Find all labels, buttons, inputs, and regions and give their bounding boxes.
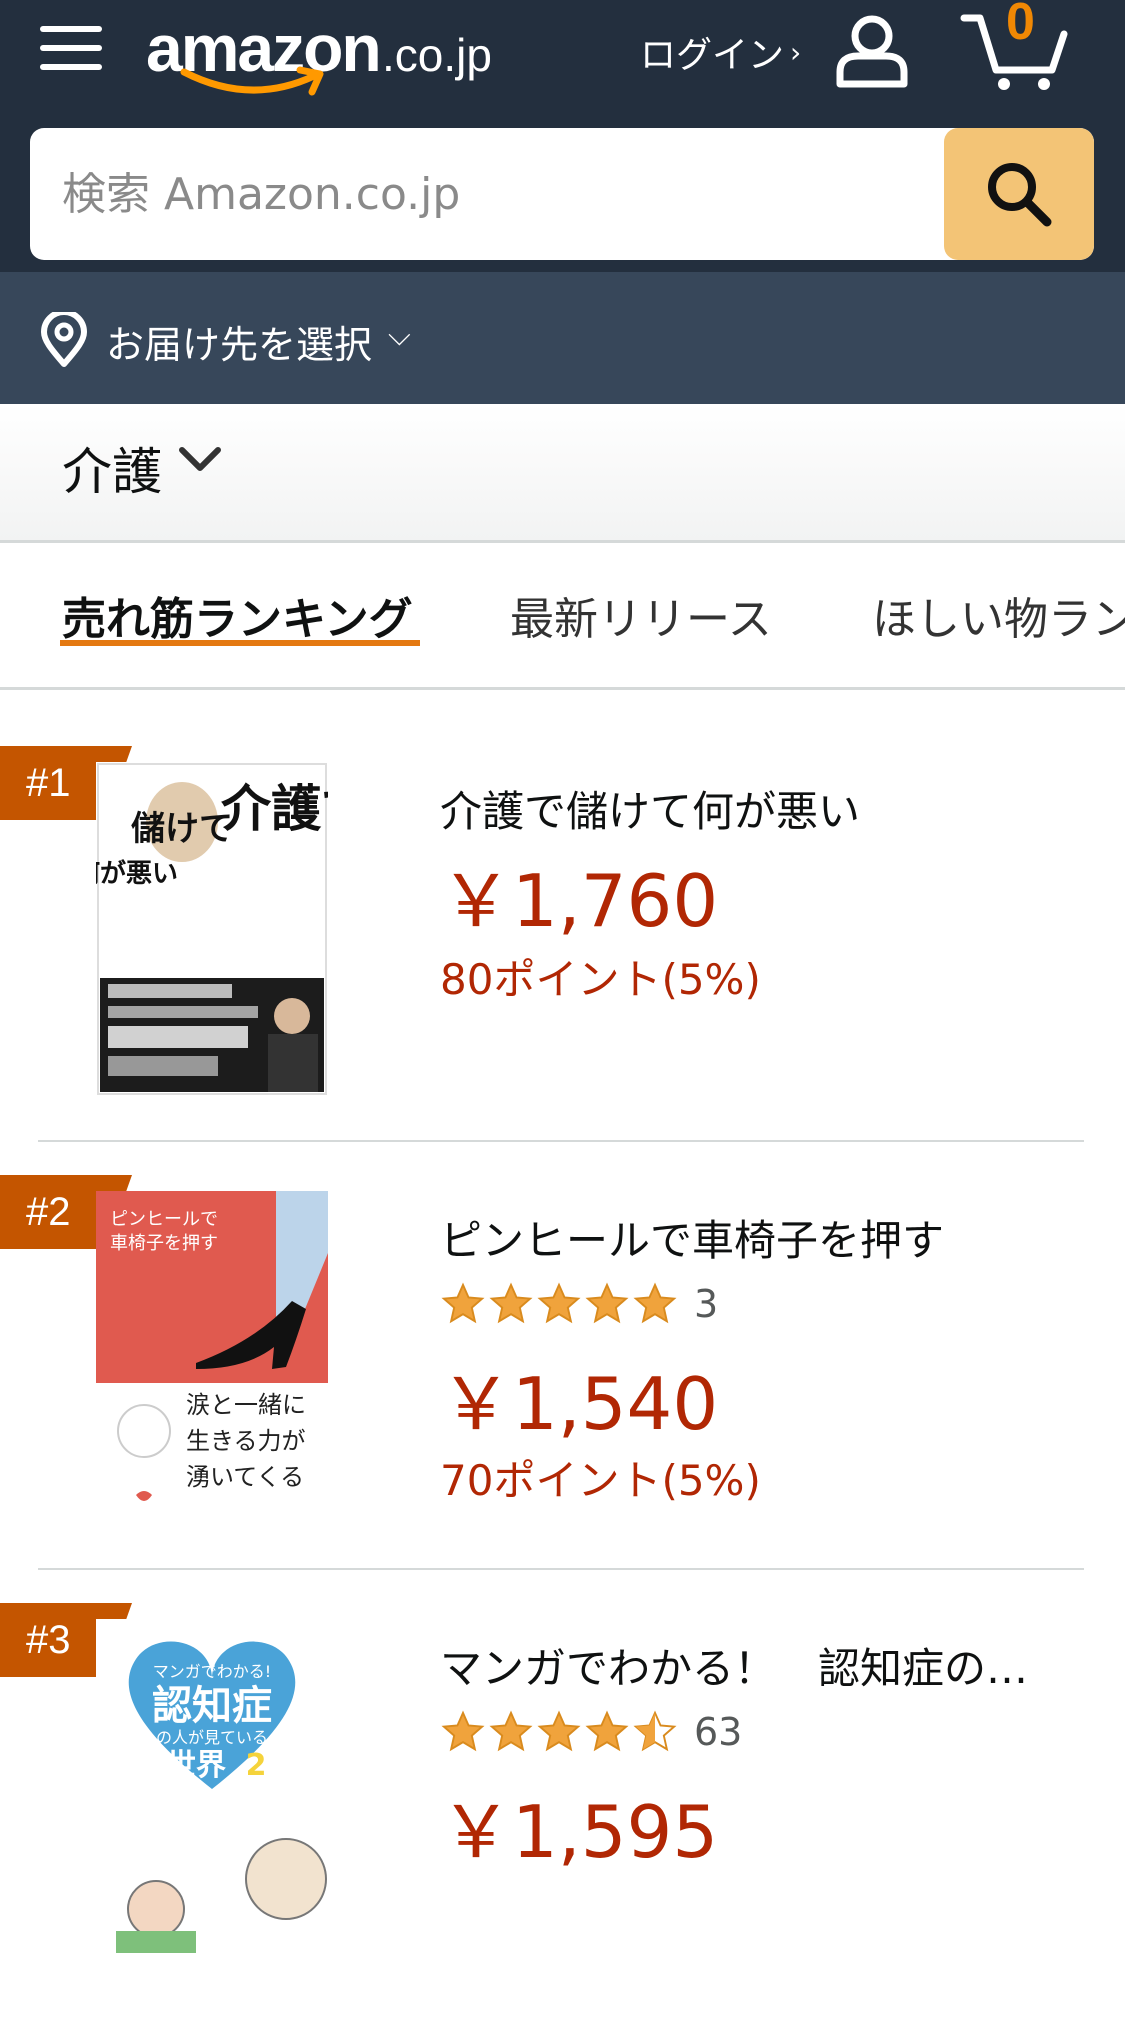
search-bar xyxy=(30,128,1094,260)
cover-text: ピンヒールで xyxy=(110,1209,218,1230)
cover-text: 2 xyxy=(246,1748,267,1783)
cover-text: 介護で xyxy=(221,780,328,838)
active-tab-underline xyxy=(60,640,420,646)
book-cover-image[interactable]: マンガでわかる! 認知症 の人が見ている 世界 2 xyxy=(96,1619,328,1953)
rating-count: 3 xyxy=(694,1282,719,1326)
star-full-icon xyxy=(585,1282,629,1324)
product-title[interactable]: ピンヒールで車椅子を押す xyxy=(440,1207,944,1268)
star-full-icon xyxy=(537,1282,581,1324)
star-rating[interactable]: 3 xyxy=(440,1279,718,1329)
logo-domain: .co.jp xyxy=(382,29,492,81)
cover-text: 生きる力が xyxy=(186,1427,306,1455)
user-icon[interactable] xyxy=(832,10,912,90)
product-price: ￥1,540 xyxy=(440,1362,719,1446)
category-selector[interactable]: 介護 xyxy=(0,404,1125,543)
cover-text: の人が見ている xyxy=(156,1728,268,1747)
delivery-label: お届け先を選択 xyxy=(106,323,373,367)
star-full-icon xyxy=(441,1710,485,1752)
cover-text: 認知症 xyxy=(152,1683,272,1729)
location-pin-icon xyxy=(41,312,87,367)
ranking-tabs: 売れ筋ランキング 最新リリース ほしい物ランキング xyxy=(0,543,1125,690)
search-input[interactable] xyxy=(30,128,940,260)
top-header: amazon .co.jp ログイン › 0 xyxy=(0,0,1125,272)
list-item[interactable]: #2 ピンヒールで 車椅子を押す 涙と一緒に 生きる力が 湧いてくる ピンヒール… xyxy=(0,1175,1125,1603)
cover-text: 何が悪い xyxy=(96,858,178,889)
search-icon xyxy=(988,163,1052,227)
book-cover-image[interactable]: 介護で 儲けて 何が悪い xyxy=(96,762,328,1096)
chevron-right-icon: › xyxy=(790,35,802,69)
cover-text: 湧いてくる xyxy=(186,1463,304,1491)
logo-smile-icon xyxy=(180,66,324,96)
login-label: ログイン xyxy=(640,35,785,76)
login-link[interactable]: ログイン › xyxy=(640,24,801,80)
tab-new-releases[interactable]: 最新リリース xyxy=(510,583,772,647)
star-full-icon xyxy=(441,1282,485,1324)
list-divider xyxy=(38,1140,1084,1142)
product-points: 80ポイント(5%) xyxy=(440,955,761,1004)
list-item[interactable]: #3 マンガでわかる! 認知症 の人が見ている 世界 2 マンガでわかる！ 認知… xyxy=(0,1603,1125,2031)
product-title[interactable]: 介護で儲けて何が悪い xyxy=(440,778,860,839)
star-full-icon xyxy=(537,1710,581,1752)
star-full-icon xyxy=(585,1710,629,1752)
rating-count: 63 xyxy=(694,1710,743,1754)
category-title: 介護 xyxy=(62,443,162,501)
chevron-down-icon: ⌵ xyxy=(388,318,411,353)
cover-text: 世界 xyxy=(166,1748,226,1783)
amazon-logo[interactable]: amazon .co.jp xyxy=(146,6,506,98)
cover-text: マンガでわかる! xyxy=(153,1662,271,1681)
book-cover-image[interactable]: ピンヒールで 車椅子を押す 涙と一緒に 生きる力が 湧いてくる xyxy=(96,1191,328,1525)
star-full-icon xyxy=(633,1282,677,1324)
star-half-icon xyxy=(633,1710,677,1752)
delivery-location-bar[interactable]: お届け先を選択 ⌵ xyxy=(0,272,1125,404)
product-price: ￥1,760 xyxy=(440,859,719,943)
tab-bestsellers[interactable]: 売れ筋ランキング xyxy=(62,583,413,647)
cover-text: 儲けて xyxy=(131,809,233,849)
list-divider xyxy=(38,1568,1084,1570)
cover-text: 車椅子を押す xyxy=(110,1233,218,1254)
product-points: 70ポイント(5%) xyxy=(440,1456,761,1505)
tab-wishlist-ranking[interactable]: ほしい物ランキング xyxy=(872,583,1125,647)
product-title[interactable]: マンガでわかる！ 認知症の… xyxy=(440,1635,1028,1696)
cart-button[interactable]: 0 xyxy=(960,0,1070,100)
star-full-icon xyxy=(489,1282,533,1324)
cart-count-badge: 0 xyxy=(1006,0,1035,51)
search-button[interactable] xyxy=(944,128,1094,260)
list-item[interactable]: #1 介護で 儲けて 何が悪い 介護で儲けて何が悪い ￥1,760 80ポイント… xyxy=(0,746,1125,1174)
star-full-icon xyxy=(489,1710,533,1752)
star-rating[interactable]: 63 xyxy=(440,1707,742,1757)
product-price: ￥1,595 xyxy=(440,1790,719,1874)
cover-text: 涙と一緒に xyxy=(186,1391,306,1419)
hamburger-menu-icon[interactable] xyxy=(40,20,102,76)
chevron-down-icon xyxy=(179,447,221,471)
